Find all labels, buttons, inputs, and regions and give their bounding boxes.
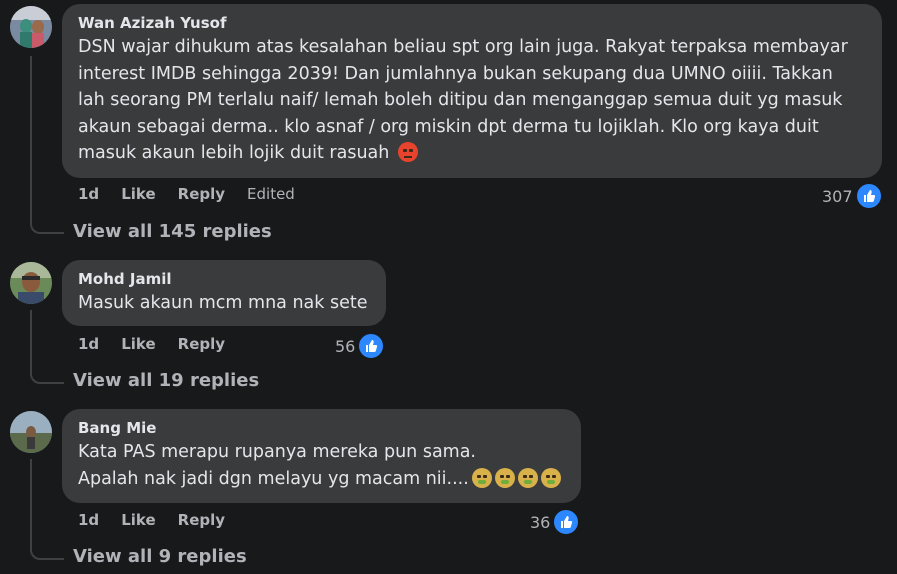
comment-line: Apalah nak jadi dgn melayu yg macam nii.… — [78, 468, 469, 489]
thread-connector — [30, 459, 64, 560]
comment-author[interactable]: Bang Mie — [78, 418, 565, 438]
thumbs-up-icon — [552, 508, 581, 536]
comment-line: lah seorang PM terlalu naif/ lemah boleh… — [78, 90, 843, 110]
reaction-count[interactable]: 56 — [335, 332, 386, 360]
thumbs-up-icon — [357, 332, 386, 360]
thread-connector — [30, 310, 64, 384]
comment-line-with-emoji: Apalah nak jadi dgn melayu yg macam nii.… — [78, 466, 565, 493]
reaction-count[interactable]: 36 — [530, 508, 581, 536]
comment-timestamp[interactable]: 1d — [78, 335, 99, 353]
edited-label[interactable]: Edited — [247, 185, 295, 203]
comment-bubble: Mohd Jamil Masuk akaun mcm mna nak sete — [62, 260, 386, 326]
comment-bubble: Wan Azizah Yusof DSN wajar dihukum atas … — [62, 4, 882, 178]
comment-text: Kata PAS merapu rupanya mereka pun sama.… — [78, 439, 565, 492]
like-button[interactable]: Like — [121, 511, 155, 529]
comment-text: Masuk akaun mcm mna nak sete — [78, 290, 370, 317]
comment-bubble: Bang Mie Kata PAS merapu rupanya mereka … — [62, 409, 581, 503]
comment-line: masuk akaun lebih lojik duit rasuah — [78, 143, 390, 163]
like-count: 307 — [822, 186, 853, 206]
comment-line: DSN wajar dihukum atas kesalahan beliau … — [78, 37, 848, 57]
angry-face-emoji-icon — [397, 142, 418, 162]
nauseated-face-emoji-icon — [540, 467, 561, 488]
comment-actions: 1d Like Reply Edited — [78, 185, 317, 203]
reply-button[interactable]: Reply — [178, 335, 225, 353]
comment-timestamp[interactable]: 1d — [78, 511, 99, 529]
comment-author[interactable]: Mohd Jamil — [78, 269, 370, 289]
comment-line: Kata PAS merapu rupanya mereka pun sama. — [78, 442, 476, 462]
comment-text: DSN wajar dihukum atas kesalahan beliau … — [78, 34, 866, 167]
nauseated-face-emoji-icon — [494, 467, 515, 488]
avatar[interactable] — [10, 6, 52, 48]
comment-actions: 1d Like Reply — [78, 335, 247, 353]
view-replies-link[interactable]: View all 9 replies — [73, 546, 247, 567]
comment-timestamp[interactable]: 1d — [78, 185, 99, 203]
thumbs-up-icon — [854, 182, 883, 210]
avatar[interactable] — [10, 262, 52, 304]
like-button[interactable]: Like — [121, 185, 155, 203]
reaction-count[interactable]: 307 — [822, 182, 883, 210]
comment-actions: 1d Like Reply — [78, 511, 247, 529]
comment-line-with-emoji: masuk akaun lebih lojik duit rasuah — [78, 140, 866, 167]
view-replies-link[interactable]: View all 145 replies — [73, 221, 272, 242]
reply-button[interactable]: Reply — [178, 511, 225, 529]
like-count: 36 — [530, 512, 551, 532]
like-count: 56 — [335, 336, 356, 356]
comment-line: interest IMDB sehingga 2039! Dan jumlahn… — [78, 63, 833, 84]
comment-line: Masuk akaun mcm mna nak sete — [78, 293, 368, 313]
like-button[interactable]: Like — [121, 335, 155, 353]
thread-connector — [30, 56, 64, 234]
nauseated-face-emoji-icon — [517, 467, 538, 488]
reply-button[interactable]: Reply — [178, 185, 225, 203]
comment-line: akaun sebagai derma.. klo asnaf / org mi… — [78, 116, 819, 137]
view-replies-link[interactable]: View all 19 replies — [73, 370, 259, 391]
avatar[interactable] — [10, 411, 52, 453]
comment-author[interactable]: Wan Azizah Yusof — [78, 13, 866, 33]
nauseated-face-emoji-icon — [471, 467, 492, 488]
